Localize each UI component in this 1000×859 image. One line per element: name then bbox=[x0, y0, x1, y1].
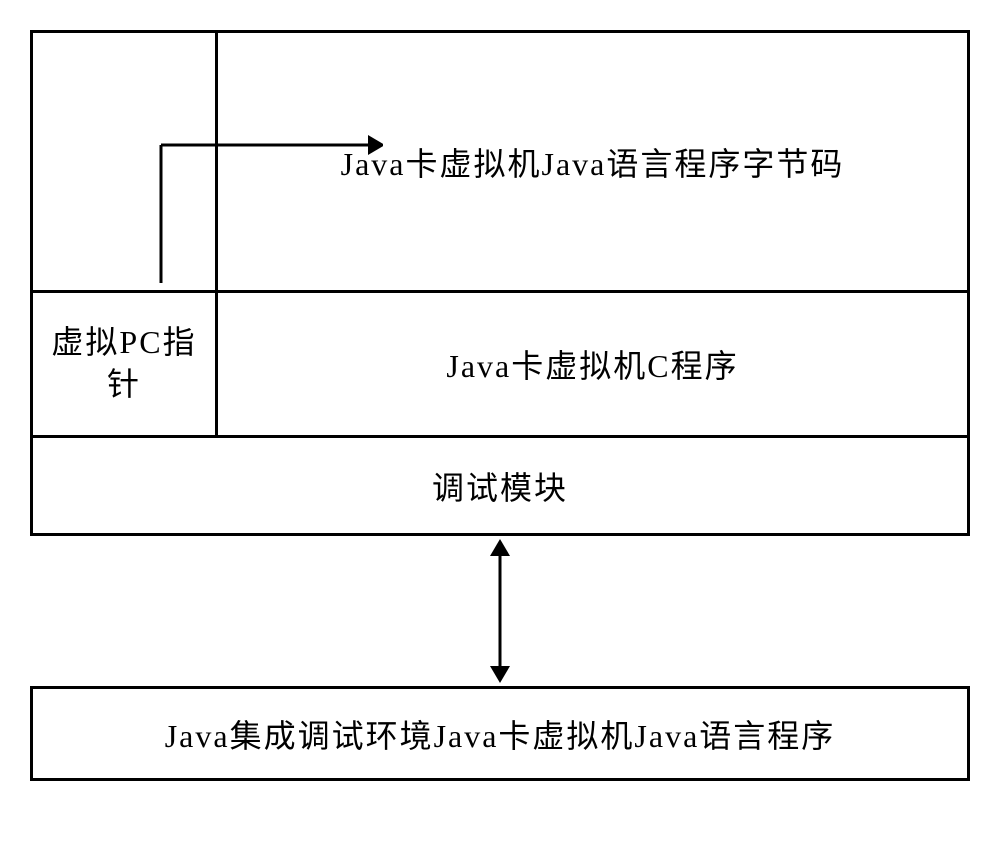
top-row: Java卡虚拟机Java语言程序字节码 bbox=[33, 33, 967, 293]
debug-environment-label: Java集成调试环境Java卡虚拟机Java语言程序 bbox=[165, 711, 836, 757]
architecture-diagram: Java卡虚拟机Java语言程序字节码 虚拟PC指 针 Java卡虚拟机C程序 … bbox=[30, 30, 970, 781]
c-program-box: Java卡虚拟机C程序 bbox=[218, 293, 967, 438]
top-left-cell bbox=[33, 33, 218, 293]
upper-container: Java卡虚拟机Java语言程序字节码 虚拟PC指 针 Java卡虚拟机C程序 … bbox=[30, 30, 970, 536]
middle-row: 虚拟PC指 针 Java卡虚拟机C程序 bbox=[33, 293, 967, 438]
double-arrow-icon bbox=[480, 536, 520, 686]
connector bbox=[30, 536, 970, 686]
debug-module-box: 调试模块 bbox=[33, 438, 967, 533]
pc-pointer-box: 虚拟PC指 针 bbox=[33, 293, 218, 438]
bytecode-label: Java卡虚拟机Java语言程序字节码 bbox=[341, 139, 845, 185]
pc-pointer-label: 虚拟PC指 针 bbox=[51, 322, 196, 405]
debug-environment-box: Java集成调试环境Java卡虚拟机Java语言程序 bbox=[30, 686, 970, 781]
arrow-pointer bbox=[153, 35, 383, 285]
debug-module-label: 调试模块 bbox=[432, 463, 568, 509]
c-program-label: Java卡虚拟机C程序 bbox=[446, 341, 738, 387]
